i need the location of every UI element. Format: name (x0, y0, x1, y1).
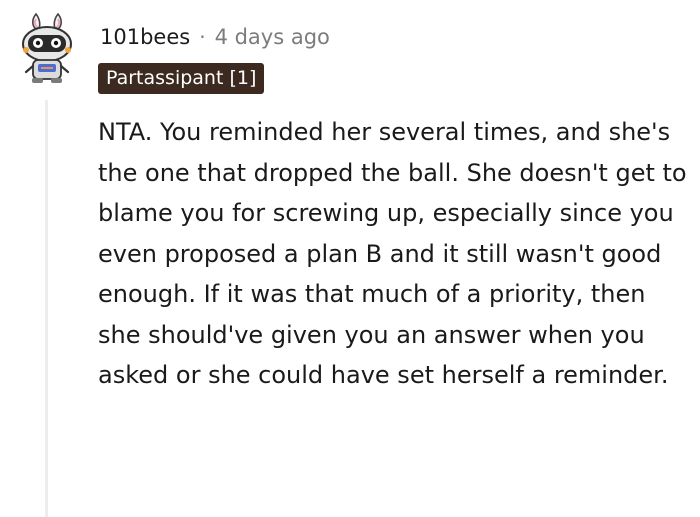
meta-separator: · (199, 25, 206, 49)
user-flair-badge: Partassipant [1] (98, 63, 265, 94)
snoo-robot-avatar-icon (22, 12, 72, 83)
comment-body: NTA. You reminded her several times, and… (98, 118, 687, 389)
thread-collapse-line[interactable] (45, 100, 48, 517)
timestamp-link[interactable]: 4 days ago (215, 25, 330, 49)
comment-meta: 101bees · 4 days ago (100, 22, 330, 52)
avatar[interactable] (14, 10, 80, 86)
username-link[interactable]: 101bees (100, 25, 190, 49)
